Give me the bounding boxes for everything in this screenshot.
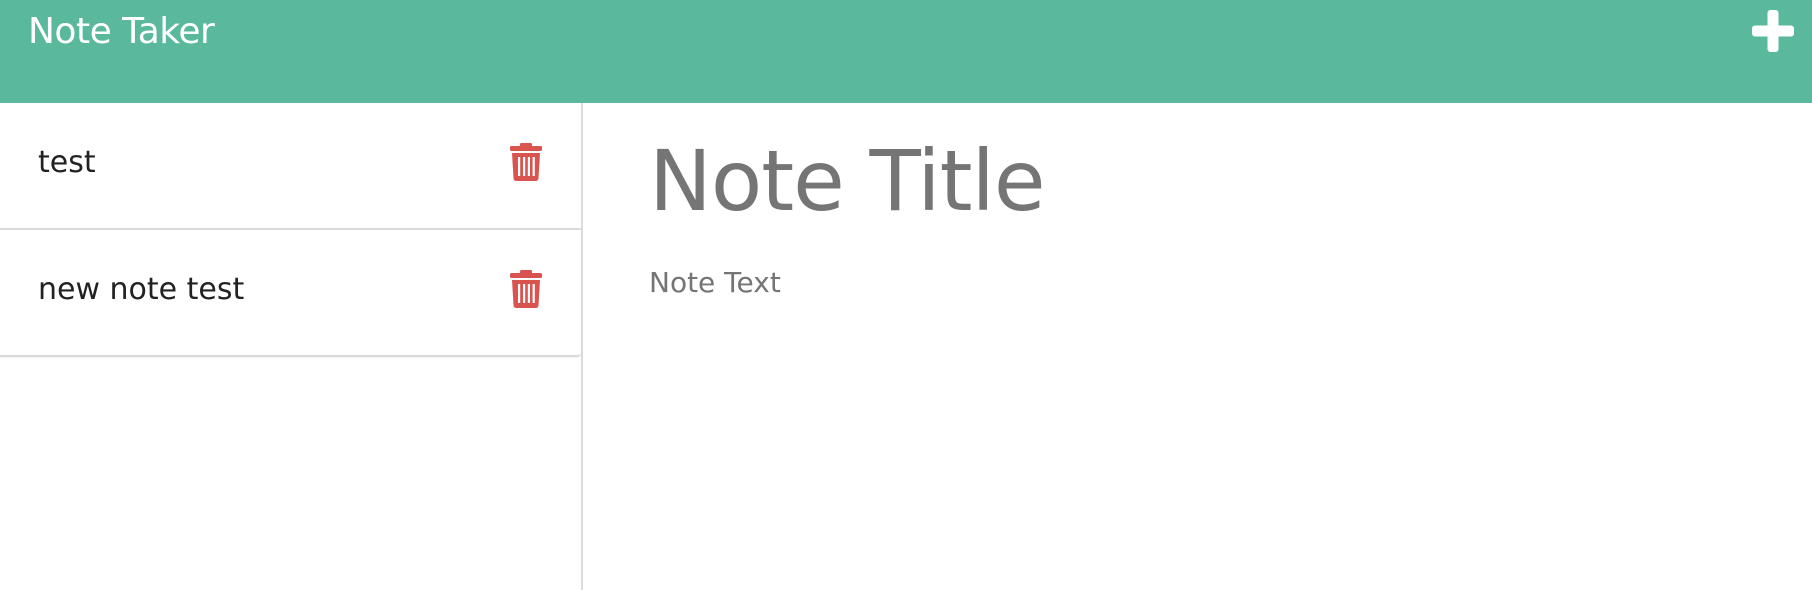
note-item-title[interactable]: new note test (38, 270, 244, 310)
list-item[interactable]: test (0, 103, 581, 230)
note-title-input[interactable] (649, 131, 1749, 231)
trash-icon (510, 270, 542, 308)
trash-icon (510, 143, 542, 181)
note-text-input[interactable] (649, 263, 1749, 563)
note-item-title[interactable]: test (38, 143, 96, 183)
app-title: Note Taker (28, 11, 215, 52)
delete-note-button[interactable] (510, 143, 542, 181)
plus-icon (1752, 10, 1794, 52)
list-item[interactable]: new note test (0, 230, 581, 357)
note-list-panel: test new note test (0, 103, 583, 590)
delete-note-button[interactable] (510, 270, 542, 308)
navbar: Note Taker (0, 0, 1812, 103)
note-list: test new note test (0, 103, 581, 357)
note-editor (585, 103, 1812, 590)
new-note-button[interactable] (1750, 8, 1796, 54)
